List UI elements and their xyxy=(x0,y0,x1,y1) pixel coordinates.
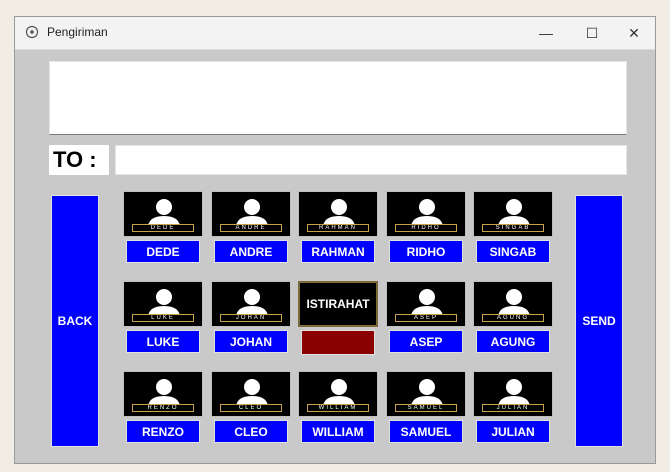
avatar[interactable]: WILLIAM xyxy=(298,371,378,417)
contact-johan[interactable]: JOHAN JOHAN xyxy=(211,281,291,355)
avatar[interactable]: DEDE xyxy=(123,191,203,237)
name-plate: SINGAB xyxy=(482,224,544,232)
name-plate: DEDE xyxy=(132,224,194,232)
minimize-button[interactable]: — xyxy=(523,17,569,49)
avatar[interactable]: SAMUEL xyxy=(386,371,466,417)
title-bar: Pengiriman — ☐ ✕ xyxy=(15,17,655,50)
avatar[interactable]: SINGAB xyxy=(473,191,553,237)
contact-button-rahman[interactable]: RAHMAN xyxy=(301,240,375,263)
app-icon xyxy=(25,25,39,39)
contact-luke[interactable]: LUKE LUKE xyxy=(123,281,203,355)
avatar[interactable]: RIDHO xyxy=(386,191,466,237)
contact-button-william[interactable]: WILLIAM xyxy=(301,420,375,443)
name-plate: LUKE xyxy=(132,314,194,322)
avatar[interactable]: CLEO xyxy=(211,371,291,417)
contact-singab[interactable]: SINGAB SINGAB xyxy=(473,191,553,265)
avatar[interactable]: JULIAN xyxy=(473,371,553,417)
contact-button-agung[interactable]: AGUNG xyxy=(476,330,550,353)
contact-cleo[interactable]: CLEO CLEO xyxy=(211,371,291,445)
avatar[interactable]: RENZO xyxy=(123,371,203,417)
contact-button-cleo[interactable]: CLEO xyxy=(214,420,288,443)
avatar[interactable]: RAHMAN xyxy=(298,191,378,237)
contact-button-julian[interactable]: JULIAN xyxy=(476,420,550,443)
istirahat-button[interactable]: ISTIRAHAT xyxy=(298,281,378,327)
avatar[interactable]: JOHAN xyxy=(211,281,291,327)
back-button[interactable]: BACK xyxy=(51,195,99,447)
name-plate: ANDRE xyxy=(220,224,282,232)
contact-samuel[interactable]: SAMUEL SAMUEL xyxy=(386,371,466,445)
name-plate: JOHAN xyxy=(220,314,282,322)
contact-button-samuel[interactable]: SAMUEL xyxy=(389,420,463,443)
contact-dede[interactable]: DEDE DEDE xyxy=(123,191,203,265)
name-plate: RIDHO xyxy=(395,224,457,232)
contact-andre[interactable]: ANDRE ANDRE xyxy=(211,191,291,265)
name-plate: RENZO xyxy=(132,404,194,412)
avatar[interactable]: ANDRE xyxy=(211,191,291,237)
contact-button-luke[interactable]: LUKE xyxy=(126,330,200,353)
name-plate: CLEO xyxy=(220,404,282,412)
break-tile[interactable]: ISTIRAHAT xyxy=(298,281,378,355)
contact-asep[interactable]: ASEP ASEP xyxy=(386,281,466,355)
name-plate: AGUNG xyxy=(482,314,544,322)
contact-button-ridho[interactable]: RIDHO xyxy=(389,240,463,263)
to-label: TO : xyxy=(49,145,109,175)
contact-rahman[interactable]: RAHMAN RAHMAN xyxy=(298,191,378,265)
send-button[interactable]: SEND xyxy=(575,195,623,447)
close-button[interactable]: ✕ xyxy=(611,17,657,49)
message-textbox[interactable] xyxy=(49,61,627,135)
contact-button-andre[interactable]: ANDRE xyxy=(214,240,288,263)
contact-button-johan[interactable]: JOHAN xyxy=(214,330,288,353)
name-plate: JULIAN xyxy=(482,404,544,412)
contact-button-singab[interactable]: SINGAB xyxy=(476,240,550,263)
contact-ridho[interactable]: RIDHO RIDHO xyxy=(386,191,466,265)
window-title: Pengiriman xyxy=(47,25,108,39)
avatar[interactable]: AGUNG xyxy=(473,281,553,327)
contact-agung[interactable]: AGUNG AGUNG xyxy=(473,281,553,355)
maximize-button[interactable]: ☐ xyxy=(569,17,615,49)
name-plate: WILLIAM xyxy=(307,404,369,412)
break-status-indicator xyxy=(301,330,375,355)
contact-renzo[interactable]: RENZO RENZO xyxy=(123,371,203,445)
avatar[interactable]: ASEP xyxy=(386,281,466,327)
avatar[interactable]: LUKE xyxy=(123,281,203,327)
name-plate: ASEP xyxy=(395,314,457,322)
name-plate: RAHMAN xyxy=(307,224,369,232)
contact-julian[interactable]: JULIAN JULIAN xyxy=(473,371,553,445)
contact-button-asep[interactable]: ASEP xyxy=(389,330,463,353)
contact-william[interactable]: WILLIAM WILLIAM xyxy=(298,371,378,445)
contact-button-dede[interactable]: DEDE xyxy=(126,240,200,263)
to-field[interactable] xyxy=(115,145,627,175)
contact-button-renzo[interactable]: RENZO xyxy=(126,420,200,443)
app-window: Pengiriman — ☐ ✕ TO : BACK SEND DEDE DED… xyxy=(14,16,656,464)
name-plate: SAMUEL xyxy=(395,404,457,412)
